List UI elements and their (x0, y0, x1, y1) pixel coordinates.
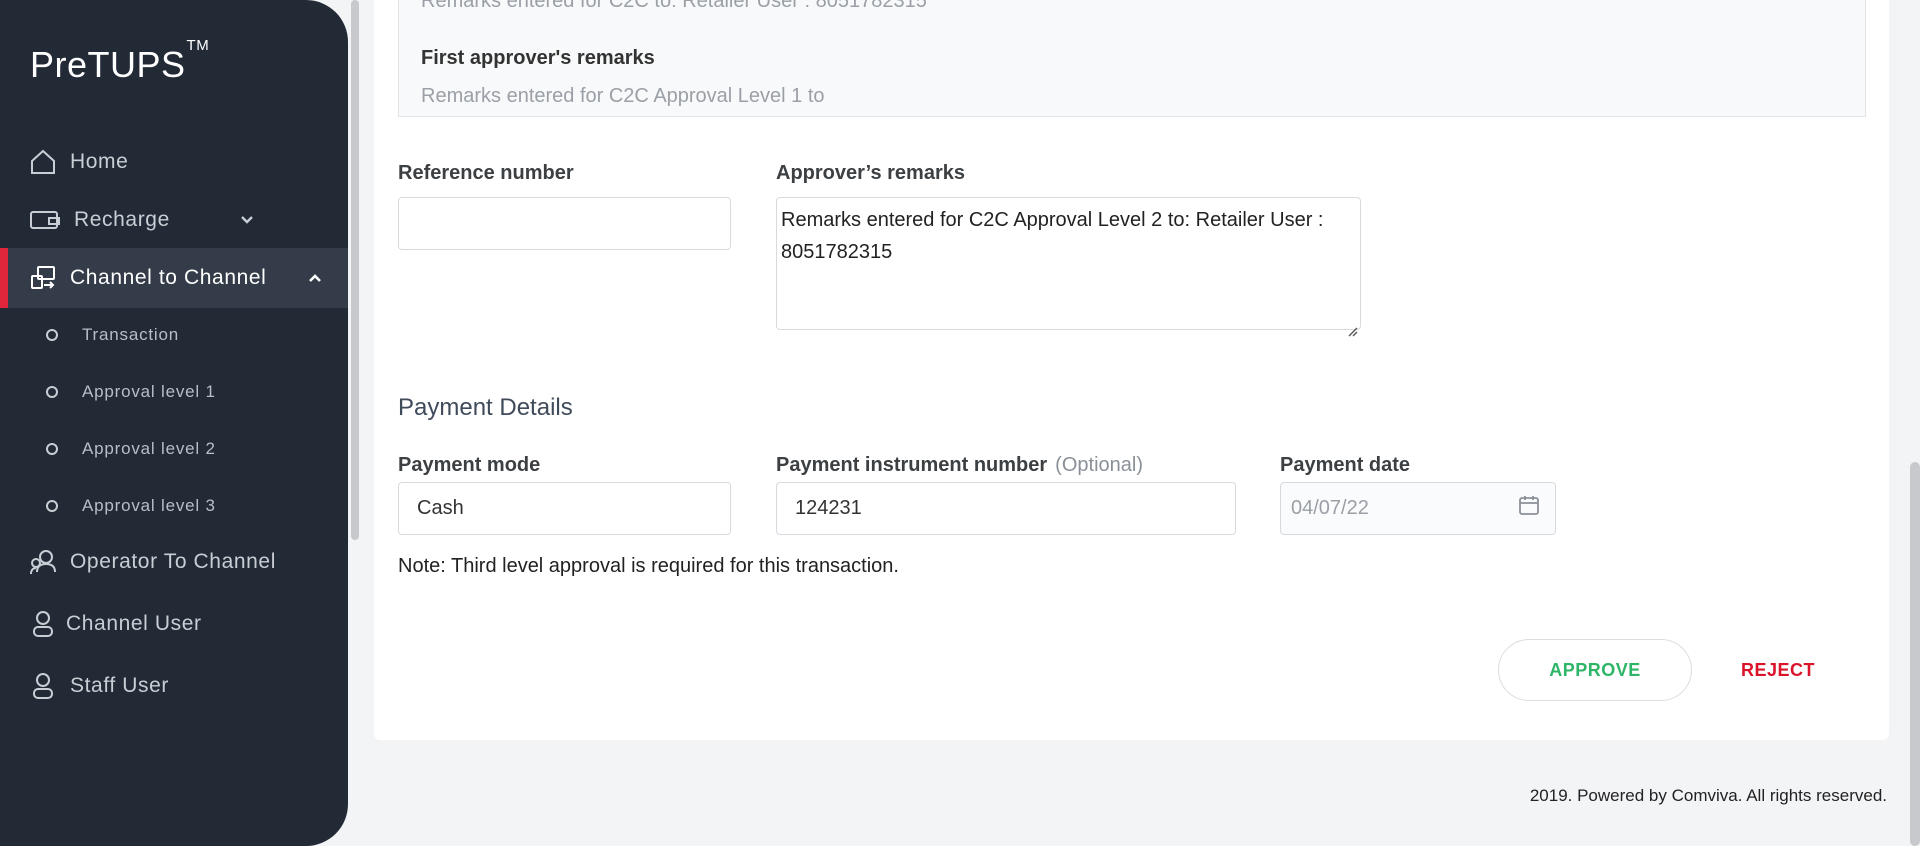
sidebar-subitem-label: Approval level 2 (82, 439, 216, 458)
sidebar-item-label: Home (70, 150, 129, 173)
bullet-icon (46, 500, 58, 512)
user-icon (28, 609, 58, 639)
channel-to-channel-icon (28, 263, 58, 293)
approver-remarks-text: Remarks entered for C2C Approval Level 2… (781, 209, 1324, 263)
sidebar-item-label: Staff User (70, 674, 169, 697)
sidebar: PreTUPSTM Home Recharge Channel to Chann… (0, 0, 348, 846)
calendar-icon[interactable] (1517, 493, 1541, 517)
payment-date-input[interactable]: 04/07/22 (1280, 482, 1556, 535)
page-scrollbar[interactable] (1910, 462, 1920, 846)
footer-copyright: 2019. Powered by Comviva. All rights res… (1529, 786, 1887, 805)
sidebar-subitem-label: Approval level 1 (82, 382, 216, 401)
approver-remarks-label: Approver’s remarks (776, 162, 965, 184)
sidebar-item-label: Channel to Channel (70, 266, 267, 289)
payment-mode-select[interactable]: Cash (398, 482, 731, 535)
payment-instrument-label-text: Payment instrument number (776, 454, 1048, 476)
payment-instrument-label: Payment instrument number (Optional) (776, 454, 1143, 477)
sidebar-item-label: Operator To Channel (70, 550, 276, 573)
sidebar-subitem-transaction[interactable]: Transaction (0, 320, 348, 350)
payment-date-value: 04/07/22 (1291, 497, 1369, 519)
approver-remarks-textarea[interactable]: Remarks entered for C2C Approval Level 2… (776, 197, 1361, 337)
sidebar-subitem-approval-level-3[interactable]: Approval level 3 (0, 491, 348, 521)
first-approver-remarks: Remarks entered for C2C Approval Level 1… (421, 85, 825, 107)
approve-button[interactable]: APPROVE (1498, 639, 1692, 701)
sidebar-item-label: Channel User (66, 612, 202, 635)
home-icon (28, 147, 58, 177)
user-icon (28, 671, 58, 701)
logo-trademark: TM (186, 37, 210, 54)
optional-tag: (Optional) (1055, 454, 1143, 476)
sidebar-item-operator-to-channel[interactable]: Operator To Channel (0, 542, 348, 582)
sidebar-item-label: Recharge (74, 208, 170, 231)
chevron-up-icon[interactable] (304, 267, 326, 289)
payment-instrument-input[interactable]: 124231 (776, 482, 1236, 535)
reference-number-input[interactable] (398, 197, 731, 250)
approval-note: Note: Third level approval is required f… (398, 555, 899, 577)
reject-button[interactable]: REJECT (1712, 639, 1844, 701)
bullet-icon (46, 443, 58, 455)
resize-handle-icon[interactable] (1346, 315, 1358, 337)
recharge-icon (28, 205, 62, 235)
sidebar-item-home[interactable]: Home (0, 142, 348, 182)
payment-mode-label: Payment mode (398, 454, 541, 476)
first-approver-label: First approver's remarks (421, 47, 655, 69)
sidebar-subitem-approval-level-2[interactable]: Approval level 2 (0, 434, 348, 464)
sidebar-item-channel-to-channel[interactable]: Channel to Channel (0, 248, 348, 308)
sidebar-subitem-label: Approval level 3 (82, 496, 216, 515)
bullet-icon (46, 386, 58, 398)
logo-text: PreTUPS (30, 44, 186, 85)
sidebar-item-recharge[interactable]: Recharge (0, 200, 348, 240)
sidebar-item-staff-user[interactable]: Staff User (0, 666, 348, 706)
operator-icon (28, 547, 58, 577)
sidebar-subitem-label: Transaction (82, 325, 179, 344)
reference-number-label: Reference number (398, 162, 574, 184)
c2c-remarks-text: Remarks entered for C2C to: Retailer Use… (421, 0, 927, 12)
bullet-icon (46, 329, 58, 341)
sidebar-item-channel-user[interactable]: Channel User (0, 604, 348, 644)
app-logo[interactable]: PreTUPSTM (30, 37, 209, 86)
payment-date-label: Payment date (1280, 454, 1411, 476)
sidebar-subitem-approval-level-1[interactable]: Approval level 1 (0, 377, 348, 407)
chevron-down-icon[interactable] (236, 209, 258, 231)
sidebar-scrollbar[interactable] (351, 0, 359, 540)
payment-details-title: Payment Details (398, 394, 573, 421)
previous-remarks-panel: Remarks entered for C2C to: Retailer Use… (398, 0, 1866, 117)
